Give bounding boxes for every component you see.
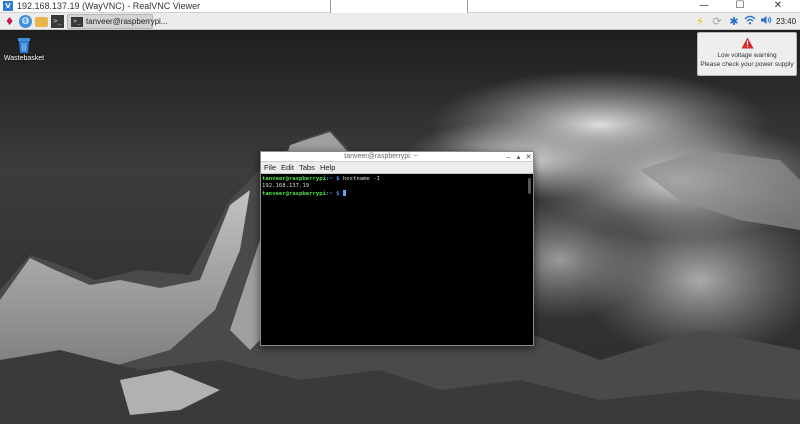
clock[interactable]: 23:40 (776, 14, 796, 29)
maximize-button[interactable]: ☐ (724, 0, 756, 12)
terminal-close-button[interactable]: ✕ (524, 152, 533, 162)
menu-file[interactable]: File (264, 162, 276, 174)
wastebasket-icon (18, 38, 30, 53)
minimize-button[interactable]: — (688, 0, 720, 12)
terminal-line: tanveer@raspberrypi:~ $ hostname -I (262, 176, 527, 183)
terminal-minimize-button[interactable]: ‒ (504, 152, 513, 162)
notification-title: Low voltage warning (717, 52, 777, 59)
realvnc-icon: V (3, 1, 13, 11)
terminal-maximize-button[interactable]: ▴ (514, 152, 523, 162)
menu-help[interactable]: Help (320, 162, 335, 174)
terminal-output[interactable]: tanveer@raspberrypi:~ $ hostname -I 192.… (261, 175, 527, 345)
low-voltage-notification[interactable]: Low voltage warning Please check your po… (697, 32, 797, 76)
prompt-user: tanveer@raspberrypi (262, 191, 326, 197)
terminal-menubar: File Edit Tabs Help (261, 162, 533, 174)
volume-icon[interactable] (759, 14, 773, 29)
desktop-panel: ♦ ◍ >_ >_ tanveer@raspberrypi... ⚡ ⟳ ✱ 2… (0, 13, 800, 30)
volume-icon-glyph (761, 16, 772, 24)
file-manager-icon[interactable] (35, 17, 48, 27)
taskbar-item-terminal[interactable]: >_ tanveer@raspberrypi... (67, 14, 168, 29)
vnc-titlebar: V 192.168.137.19 (WayVNC) - RealVNC View… (0, 0, 800, 14)
terminal-scrollbar[interactable] (527, 175, 533, 345)
terminal-window[interactable]: tanveer@raspberrypi: ~ ‒ ▴ ✕ File Edit T… (260, 151, 534, 346)
menu-edit[interactable]: Edit (281, 162, 294, 174)
warning-icon (741, 37, 753, 49)
desktop: Wastebasket Low voltage warning Please c… (0, 30, 800, 424)
scrollbar-thumb[interactable] (528, 178, 531, 194)
wifi-icon-glyph (744, 15, 756, 25)
desktop-icon-label: Wastebasket (3, 55, 45, 62)
prompt-path: :~ $ (326, 191, 340, 197)
close-button[interactable]: ✕ (762, 0, 794, 12)
update-icon[interactable]: ⟳ (710, 14, 724, 29)
bluetooth-icon[interactable]: ✱ (727, 14, 741, 29)
terminal-line: tanveer@raspberrypi:~ $ (262, 190, 527, 197)
wifi-icon[interactable] (743, 14, 757, 29)
text-cursor (342, 190, 346, 196)
vnc-toolbar-handle[interactable] (330, 0, 468, 14)
terminal-line: 192.168.137.19 (262, 183, 527, 190)
terminal-icon[interactable]: >_ (51, 15, 64, 28)
menu-tabs[interactable]: Tabs (299, 162, 315, 174)
notification-message: Please check your power supply (700, 61, 794, 68)
window-title: 192.168.137.19 (WayVNC) - RealVNC Viewer (17, 1, 201, 11)
prompt-path: :~ $ (326, 176, 340, 182)
browser-icon[interactable]: ◍ (19, 15, 32, 28)
command-text: hostname -I (339, 176, 380, 182)
raspberry-icon[interactable]: ♦ (3, 15, 16, 28)
terminal-icon: >_ (71, 17, 83, 27)
prompt-user: tanveer@raspberrypi (262, 176, 326, 182)
terminal-title: tanveer@raspberrypi: ~ (344, 153, 418, 160)
terminal-titlebar[interactable]: tanveer@raspberrypi: ~ ‒ ▴ ✕ (261, 152, 533, 162)
command-output: 192.168.137.19 (262, 183, 310, 189)
taskbar-item-label: tanveer@raspberrypi... (86, 17, 168, 26)
desktop-icon-wastebasket[interactable]: Wastebasket (2, 34, 46, 62)
power-warning-icon[interactable]: ⚡ (693, 14, 707, 29)
